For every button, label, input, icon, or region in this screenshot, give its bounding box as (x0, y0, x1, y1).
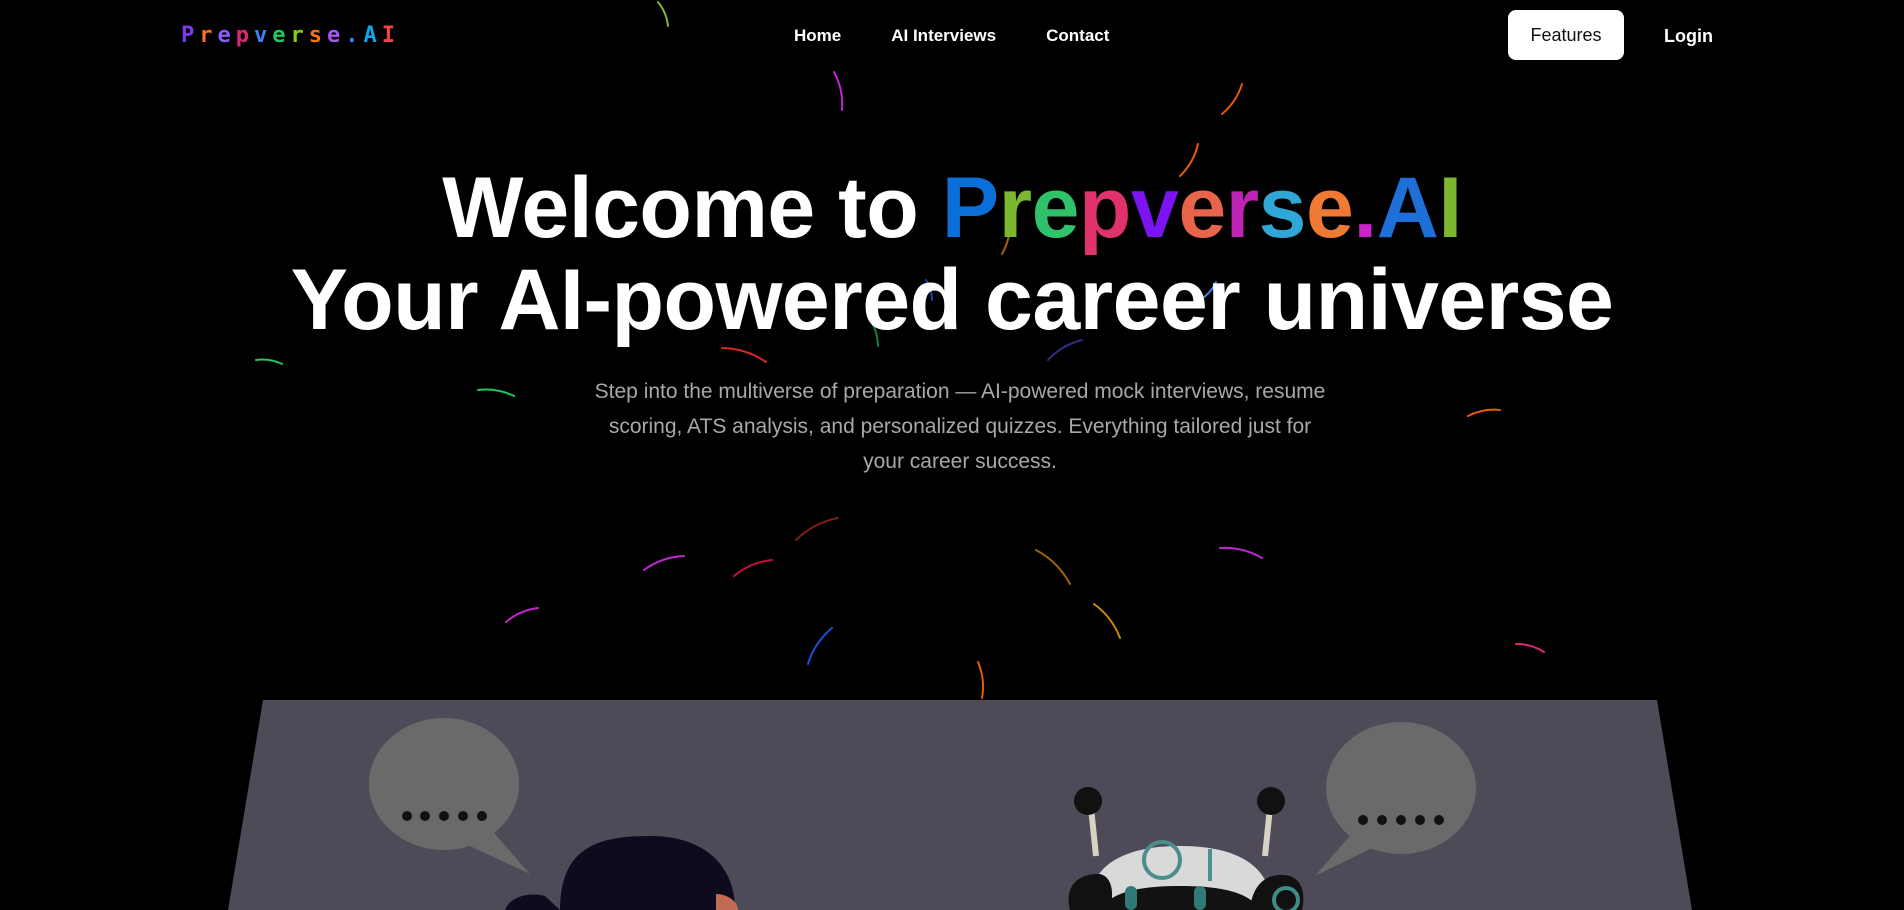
logo-letter: . (345, 23, 364, 48)
confetti-streak (733, 559, 773, 577)
logo-letter: r (290, 23, 309, 48)
logo-letter: p (235, 23, 254, 48)
logo-letter: P (181, 23, 200, 48)
confetti-streak (505, 607, 539, 623)
logo-letter: e (217, 23, 236, 48)
confetti-streak (1035, 549, 1071, 585)
top-nav: Prepverse.AI Home AI Interviews Contact … (0, 0, 1904, 72)
confetti-streak (833, 71, 844, 111)
confetti-streak (643, 555, 685, 571)
hero-title-line-1: Welcome to Prepverse.AI (0, 162, 1904, 254)
brand-letter: e (1178, 160, 1226, 256)
confetti-streak (977, 661, 985, 699)
nav-link-contact[interactable]: Contact (1046, 24, 1109, 48)
confetti-streak (1219, 546, 1263, 559)
confetti-streak (807, 627, 833, 665)
page: Prepverse.AI Home AI Interviews Contact … (0, 0, 1904, 910)
nav-link-home[interactable]: Home (794, 24, 841, 48)
brand-letter: p (1078, 160, 1132, 256)
confetti-streak (721, 347, 767, 363)
brand-letter: r (1225, 160, 1259, 256)
brand-letter: P (941, 160, 999, 256)
logo-letter: v (254, 23, 273, 48)
brand-letter: I (1438, 160, 1462, 256)
logo-letter: I (381, 23, 400, 48)
logo-letter: e (327, 23, 346, 48)
hero-subtitle: Step into the multiverse of preparation … (594, 380, 1326, 473)
brand-letter: A (1376, 160, 1439, 256)
confetti-streak (255, 358, 283, 365)
hero-title: Welcome to Prepverse.AI Your AI-powered … (0, 162, 1904, 346)
features-button[interactable]: Features (1508, 10, 1624, 60)
logo-letter: s (308, 23, 327, 48)
confetti-streak (1093, 603, 1121, 639)
brand-letter: . (1353, 160, 1377, 256)
logo[interactable]: Prepverse.AI (181, 22, 400, 50)
brand-letter: e (1031, 160, 1080, 256)
login-button[interactable]: Login (1664, 24, 1713, 48)
nav-link-ai-interviews[interactable]: AI Interviews (891, 24, 996, 48)
hero-title-line-2: Your AI-powered career universe (290, 252, 1614, 348)
confetti-streak (1515, 642, 1545, 653)
brand-letter: v (1130, 160, 1179, 256)
logo-letter: e (272, 23, 291, 48)
brand-letter: s (1258, 160, 1307, 256)
logo-letter: A (363, 23, 382, 48)
confetti-streak (477, 388, 515, 397)
nav-links: Home AI Interviews Contact (794, 24, 1109, 48)
confetti-streak (795, 517, 839, 541)
brand-letter: e (1305, 160, 1354, 256)
hero-title-prefix: Welcome to (442, 160, 942, 256)
confetti-streak (1467, 408, 1501, 417)
logo-letter: r (199, 23, 218, 48)
hero-brand-name: Prepverse.AI (941, 160, 1463, 256)
confetti-streak (1221, 83, 1243, 115)
brand-letter: r (998, 160, 1032, 256)
interview-illustration: ..... ..... (228, 700, 1692, 910)
